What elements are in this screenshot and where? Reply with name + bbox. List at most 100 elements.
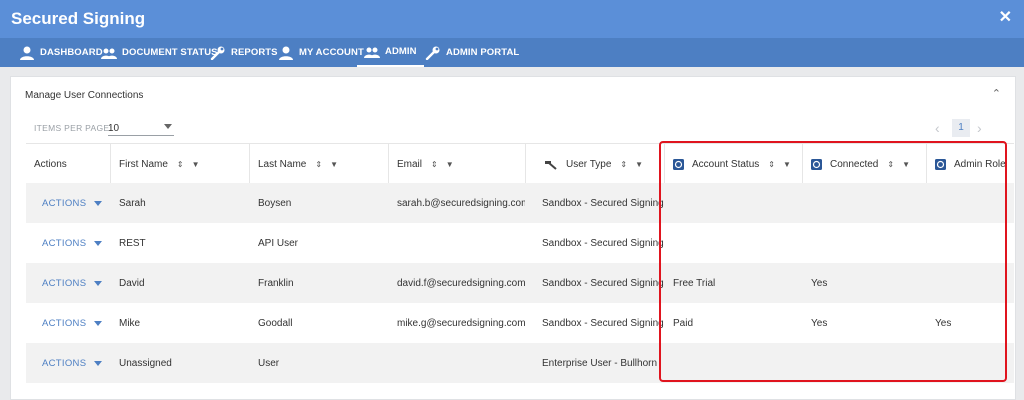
sort-icon[interactable]: ⇕ xyxy=(315,160,322,169)
person-icon xyxy=(19,46,35,60)
sort-icon[interactable]: ⇕ xyxy=(177,160,184,169)
nav-label: DOCUMENT STATUS xyxy=(122,47,218,58)
sort-icon[interactable]: ⇕ xyxy=(768,160,775,169)
filter-icon[interactable]: ▼ xyxy=(446,160,454,169)
items-per-page-value: 10 xyxy=(108,123,120,134)
table-row: ACTIONS Mike Goodall mike.g@securedsigni… xyxy=(26,303,1014,343)
actions-cell: ACTIONS xyxy=(26,183,110,223)
header-first-name[interactable]: First Name ⇕ ▼ xyxy=(110,144,249,184)
pager-prev-button[interactable]: ‹ xyxy=(935,120,940,136)
close-button[interactable]: ✕ xyxy=(999,9,1012,27)
email-cell xyxy=(388,343,525,383)
admin-role-cell xyxy=(926,223,1014,263)
users-table: Actions First Name ⇕ ▼ Last Name ⇕ ▼ Ema… xyxy=(26,143,1014,383)
table-row: ACTIONS Unassigned User Enterprise User … xyxy=(26,343,1014,383)
header-connected[interactable]: Connected ⇕ ▼ xyxy=(802,144,926,184)
table-row: ACTIONS David Franklin david.f@securedsi… xyxy=(26,263,1014,303)
nav-my-account[interactable]: MY ACCOUNT xyxy=(278,38,364,67)
table-row: ACTIONS Sarah Boysen sarah.b@securedsign… xyxy=(26,183,1014,223)
filter-icon[interactable]: ▼ xyxy=(902,160,910,169)
header-label: Account Status xyxy=(692,158,760,170)
filter-icon[interactable]: ▼ xyxy=(635,160,643,169)
actions-label: ACTIONS xyxy=(42,197,87,209)
header-actions: Actions xyxy=(26,144,110,184)
user-type-cell: Sandbox - Secured Signing R... xyxy=(542,237,664,249)
header-label: User Type xyxy=(566,158,612,170)
actions-dropdown-button[interactable]: ACTIONS xyxy=(42,277,103,289)
header-last-name[interactable]: Last Name ⇕ ▼ xyxy=(249,144,388,184)
last-name-cell: Boysen xyxy=(258,197,292,209)
wrench-icon xyxy=(425,46,441,60)
nav-admin[interactable]: ADMIN xyxy=(357,38,424,67)
actions-cell: ACTIONS xyxy=(26,263,110,303)
actions-label: ACTIONS xyxy=(42,277,87,289)
app-title: Secured Signing xyxy=(11,9,146,28)
sort-icon[interactable]: ⇕ xyxy=(887,160,894,169)
email-cell: david.f@securedsigning.com xyxy=(397,277,525,289)
caret-down-icon xyxy=(94,200,103,206)
account-status-cell: Paid xyxy=(673,317,694,329)
email-cell: sarah.b@securedsigning.com xyxy=(397,197,525,209)
actions-dropdown-button[interactable]: ACTIONS xyxy=(42,197,103,209)
items-per-page-select[interactable]: 10 xyxy=(108,121,174,136)
connected-cell: Yes xyxy=(811,317,828,329)
header-admin-role[interactable]: Admin Role xyxy=(926,144,1014,184)
nav-label: ADMIN xyxy=(385,46,417,57)
nav-label: DASHBOARD xyxy=(40,47,103,58)
sort-icon[interactable]: ⇕ xyxy=(620,160,627,169)
connection-icon xyxy=(811,158,822,170)
account-status-cell xyxy=(664,183,802,223)
user-type-cell: Sandbox - Secured Signing A... xyxy=(542,197,664,209)
collapse-chevron-icon[interactable]: ⌃ xyxy=(992,87,1001,100)
first-name-cell: REST xyxy=(119,237,146,249)
panel-title: Manage User Connections xyxy=(25,90,144,101)
actions-label: ACTIONS xyxy=(42,237,87,249)
last-name-cell: User xyxy=(258,357,280,369)
actions-label: ACTIONS xyxy=(42,357,87,369)
first-name-cell: Mike xyxy=(119,317,141,329)
actions-cell: ACTIONS xyxy=(26,343,110,383)
caret-down-icon xyxy=(94,360,103,366)
sort-icon[interactable]: ⇕ xyxy=(431,160,438,169)
actions-dropdown-button[interactable]: ACTIONS xyxy=(42,237,103,249)
account-status-cell xyxy=(664,223,802,263)
user-type-cell: Enterprise User - Bullhorn xyxy=(542,357,658,369)
nav-admin-portal[interactable]: ADMIN PORTAL xyxy=(425,38,519,67)
last-name-cell: Goodall xyxy=(258,317,293,329)
people-icon xyxy=(101,46,117,60)
actions-dropdown-button[interactable]: ACTIONS xyxy=(42,318,103,329)
table-row: ACTIONS REST API User Sandbox - Secured … xyxy=(26,223,1014,263)
nav-document-status[interactable]: DOCUMENT STATUS xyxy=(101,38,218,67)
header-label: Email xyxy=(397,158,423,170)
nav-reports[interactable]: REPORTS xyxy=(210,38,278,67)
nav-label: REPORTS xyxy=(231,47,278,58)
last-name-cell: API User xyxy=(258,237,299,249)
chevron-down-icon xyxy=(164,124,172,129)
header-label: Connected xyxy=(830,158,879,170)
admin-role-cell: Yes xyxy=(935,317,952,329)
main-nav: DASHBOARD DOCUMENT STATUS REPORTS MY ACC… xyxy=(0,38,1024,67)
wrench-icon xyxy=(210,46,226,60)
header-email[interactable]: Email ⇕ ▼ xyxy=(388,144,525,184)
filter-icon[interactable]: ▼ xyxy=(783,160,791,169)
first-name-cell: David xyxy=(119,277,145,289)
caret-down-icon xyxy=(94,280,103,286)
header-label: Admin Role xyxy=(954,158,1006,170)
people-icon xyxy=(364,45,380,59)
filter-icon[interactable]: ▼ xyxy=(330,160,338,169)
nav-dashboard[interactable]: DASHBOARD xyxy=(19,38,103,67)
first-name-cell: Unassigned xyxy=(119,357,172,369)
table-header: Actions First Name ⇕ ▼ Last Name ⇕ ▼ Ema… xyxy=(26,143,1014,184)
actions-dropdown-button[interactable]: ACTIONS xyxy=(42,357,103,369)
filter-icon[interactable]: ▼ xyxy=(192,160,200,169)
connection-icon xyxy=(935,158,946,170)
header-account-status[interactable]: Account Status ⇕ ▼ xyxy=(664,144,802,184)
header-user-type[interactable]: User Type ⇕ ▼ xyxy=(525,144,664,184)
last-name-cell: Franklin xyxy=(258,277,294,289)
pager-page-button[interactable]: 1 xyxy=(952,119,970,137)
connected-cell xyxy=(802,183,926,223)
connected-cell: Yes xyxy=(811,277,828,289)
nav-label: ADMIN PORTAL xyxy=(446,47,520,58)
pager-next-button[interactable]: › xyxy=(977,120,982,136)
first-name-cell: Sarah xyxy=(119,197,146,209)
